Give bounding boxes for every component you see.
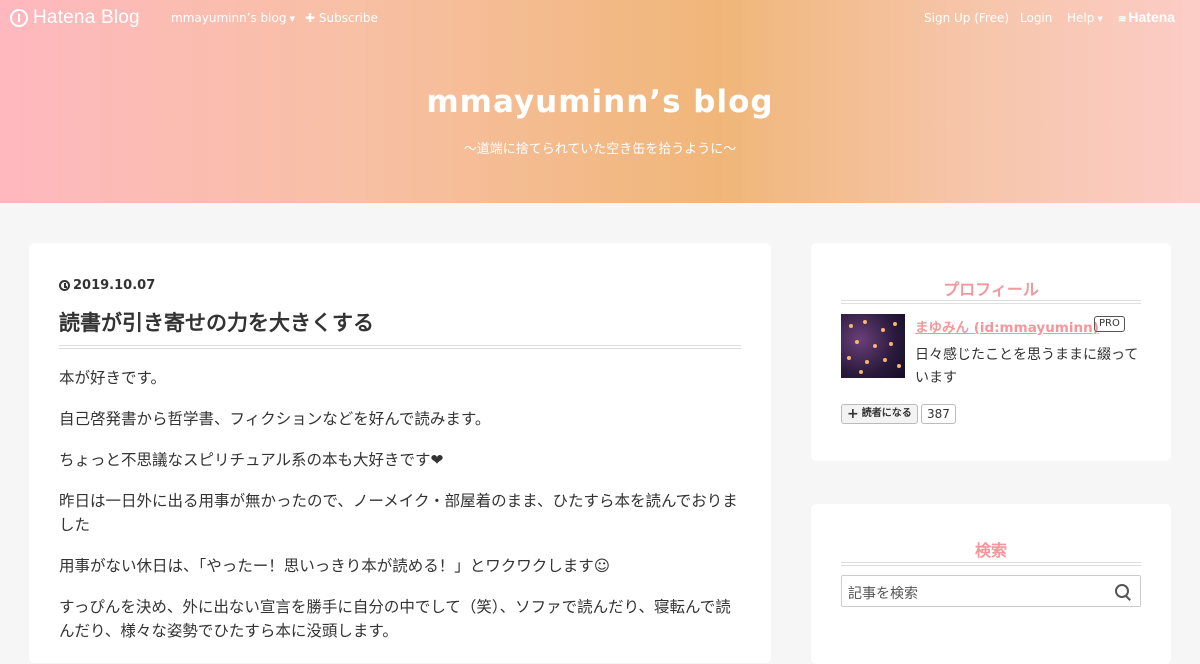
title-divider [59, 345, 741, 349]
blog-title[interactable]: mmayuminn’s blog [0, 84, 1200, 120]
entry-date[interactable]: 2019.10.07 [59, 278, 155, 293]
profile-heading: プロフィール [943, 280, 1039, 299]
hatena-logo[interactable]: ≋ Hatena [1118, 9, 1175, 25]
signup-link[interactable]: Sign Up (Free) [924, 11, 1009, 25]
subscribe-button-label: 読者になる [861, 408, 912, 419]
global-navbar: Hatena Blog mmayuminn’s blog ▼ ✚ Subscrib… [0, 0, 1200, 36]
subscriber-count[interactable]: 387 [921, 404, 956, 424]
search-widget: 検索 記事を検索 [811, 504, 1171, 664]
search-heading-divider [841, 562, 1141, 566]
entry-paragraph: 昨日は一日外に出る用事が無かったので、ノーメイク・部屋着のまま、ひたすら本を読ん… [59, 492, 738, 534]
subscribe-link[interactable]: ✚ Subscribe [305, 11, 378, 25]
plus-icon: ✚ [305, 11, 316, 25]
entry-date-text: 2019.10.07 [73, 278, 156, 293]
plus-icon: + [847, 406, 859, 422]
logo-text: Hatena Blog [33, 7, 140, 28]
hatena-blog-icon [10, 9, 28, 27]
blog-description: 〜道端に捨てられていた空き缶を拾うように〜 [463, 142, 737, 157]
profile-widget: プロフィール まゆみん (id:mmayuminn) PRO 日々感じたことを思… [811, 243, 1171, 461]
login-link[interactable]: Login [1020, 11, 1052, 25]
article-card: 2019.10.07 読書が引き寄せの力を大きくする 本が好きです。 自己啓発書… [29, 243, 771, 663]
entry-paragraph: 本が好きです。 [59, 369, 166, 387]
avatar[interactable] [841, 314, 905, 378]
subscribe-button[interactable]: + 読者になる [841, 404, 918, 424]
entry-paragraph: 自己啓発書から哲学書、フィクションなどを好んで読みます。 [59, 410, 491, 428]
search-input[interactable]: 記事を検索 [841, 575, 1141, 607]
pro-badge: PRO [1094, 316, 1125, 332]
caret-down-icon: ▼ [1097, 15, 1103, 23]
profile-name-link[interactable]: まゆみん (id:mmayuminn) [915, 316, 1099, 336]
blog-menu-label: mmayuminn’s blog [171, 11, 287, 25]
search-placeholder: 記事を検索 [848, 586, 918, 602]
subscribe-label: Subscribe [318, 11, 378, 25]
search-heading: 検索 [974, 541, 1007, 560]
entry-title[interactable]: 読書が引き寄せの力を大きくする [59, 307, 374, 337]
entry-paragraph: 用事がない休日は、「やったー！思いっきり本が読める！」とワクワクします☺ [59, 557, 610, 575]
profile-description: 日々感じたことを思うままに綴っています [915, 347, 1139, 386]
help-label: Help [1067, 11, 1095, 25]
search-icon[interactable] [1115, 584, 1129, 598]
hatena-logo-text: Hatena [1128, 9, 1176, 25]
hatena-blog-logo[interactable]: Hatena Blog [10, 7, 140, 29]
clock-icon [59, 280, 70, 291]
blog-menu[interactable]: mmayuminn’s blog ▼ [171, 11, 295, 25]
hatena-wave-icon: ≋ [1118, 14, 1127, 25]
blog-header: Hatena Blog mmayuminn’s blog ▼ ✚ Subscrib… [0, 0, 1200, 203]
entry-paragraph: ちょっと不思議なスピリチュアル系の本も大好きです❤ [59, 451, 444, 469]
entry-paragraph: すっぴんを決め、外に出ない宣言を勝手に自分の中でして（笑）、ソファで読んだり、寝… [59, 598, 731, 640]
profile-heading-divider [841, 300, 1141, 304]
help-menu[interactable]: Help ▼ [1067, 11, 1103, 25]
caret-down-icon: ▼ [289, 15, 295, 23]
